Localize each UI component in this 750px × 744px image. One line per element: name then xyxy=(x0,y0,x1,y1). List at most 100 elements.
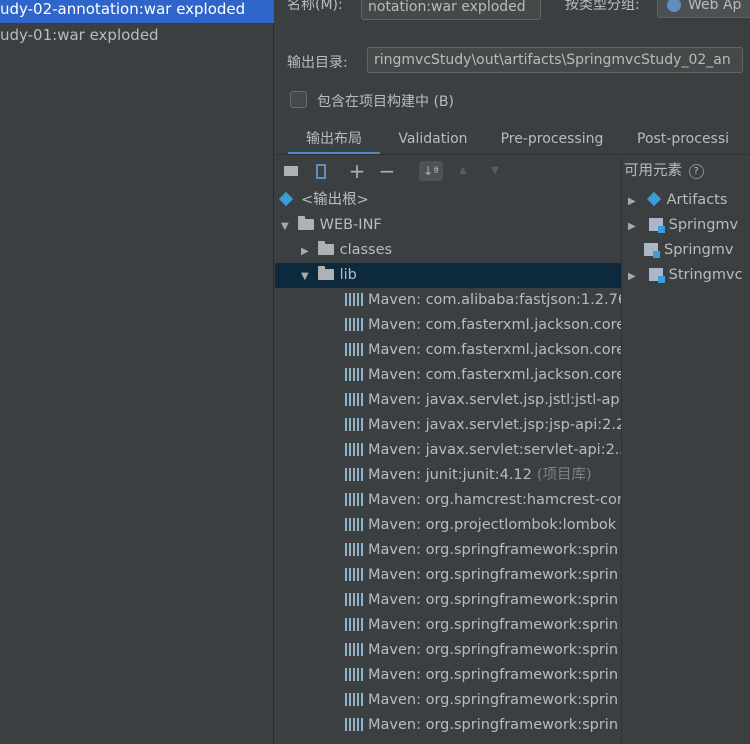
available-item-label: Springmv xyxy=(668,217,739,233)
create-archive-button[interactable] xyxy=(311,161,331,181)
library-item[interactable]: Maven: org.projectlombok:lombok xyxy=(275,513,621,538)
tab-post-processing[interactable]: Post-processi xyxy=(637,127,750,155)
library-item[interactable]: Maven: com.fasterxml.jackson.core xyxy=(275,313,621,338)
library-item[interactable]: Maven: javax.servlet.jsp:jsp-api:2.2 xyxy=(275,413,621,438)
folder-add-icon xyxy=(284,166,298,176)
folder-icon xyxy=(317,241,334,255)
library-scope-label: (项目库) xyxy=(536,467,592,483)
library-item[interactable]: Maven: org.springframework:sprin xyxy=(275,713,621,738)
library-item-label: Maven: junit:junit:4.12 xyxy=(368,467,532,483)
artifact-item-label: udy-02-annotation:war exploded xyxy=(0,0,246,18)
available-item-label: Artifacts xyxy=(666,192,728,208)
library-item[interactable]: Maven: org.springframework:sprin xyxy=(275,688,621,713)
library-icon xyxy=(345,643,363,656)
remove-button[interactable]: − xyxy=(377,161,397,181)
library-icon xyxy=(345,568,363,581)
collapse-arrow-icon: ▶ xyxy=(628,271,636,282)
artifact-item-study01[interactable]: udy-01:war exploded xyxy=(0,24,274,49)
tab-label: Post-processi xyxy=(637,131,730,147)
artifact-item-annotation[interactable]: udy-02-annotation:war exploded xyxy=(0,0,274,23)
sort-icon: ↓ª xyxy=(423,164,439,178)
new-directory-button[interactable] xyxy=(281,161,301,181)
library-item[interactable]: Maven: org.springframework:sprin xyxy=(275,638,621,663)
output-dir-field[interactable]: ringmvcStudy\out\artifacts\SpringmvcStud… xyxy=(367,47,743,73)
artifacts-icon xyxy=(646,191,661,207)
tree-node-label: classes xyxy=(339,242,393,258)
type-value: Web Ap xyxy=(688,0,742,13)
artifacts-list: udy-02-annotation:war exploded udy-01:wa… xyxy=(0,0,274,744)
tree-node-label: WEB-INF xyxy=(319,217,382,233)
type-label: 按类型分组: xyxy=(565,0,640,13)
name-field[interactable]: notation:war exploded xyxy=(361,0,541,20)
library-item-label: Maven: org.hamcrest:hamcrest-cor xyxy=(368,492,621,508)
sort-button[interactable]: ↓ª xyxy=(419,161,443,181)
library-icon xyxy=(345,693,363,706)
library-item-label: Maven: javax.servlet.jsp:jsp-api:2.2 xyxy=(368,417,621,433)
library-item[interactable]: Maven: com.fasterxml.jackson.core xyxy=(275,338,621,363)
tab-pre-processing[interactable]: Pre-processing xyxy=(492,127,612,155)
library-item[interactable]: Maven: org.springframework:sprin xyxy=(275,588,621,613)
output-dir-label: 输出目录: xyxy=(287,55,348,71)
available-item-label: Springmv xyxy=(664,242,734,258)
available-item-module-2[interactable]: Springmv xyxy=(622,238,750,263)
include-build-checkbox[interactable] xyxy=(290,91,307,108)
output-layout-tree: <输出根> ▼ WEB-INF ▶ classes ▼ lib Maven: c… xyxy=(275,187,621,744)
tree-node-classes[interactable]: ▶ classes xyxy=(275,238,621,263)
library-item-label: Maven: org.springframework:sprin xyxy=(368,592,619,608)
library-item[interactable]: Maven: org.springframework:sprin xyxy=(275,563,621,588)
available-item-module-3[interactable]: ▶ Stringmvc xyxy=(622,263,750,288)
include-build-label: 包含在项目构建中 (B) xyxy=(317,94,454,110)
library-item[interactable]: Maven: org.springframework:sprin xyxy=(275,538,621,563)
tree-root-label: <输出根> xyxy=(301,192,369,208)
library-item[interactable]: Maven: com.fasterxml.jackson.core xyxy=(275,363,621,388)
library-icon xyxy=(345,393,363,406)
library-icon xyxy=(345,368,363,381)
library-item-label: Maven: org.springframework:sprin xyxy=(368,542,619,558)
tree-node-lib[interactable]: ▼ lib xyxy=(275,263,621,288)
tab-validation[interactable]: Validation xyxy=(387,127,479,155)
tab-label: Pre-processing xyxy=(500,131,604,147)
available-item-label: Stringmvc xyxy=(668,267,743,283)
library-item[interactable]: Maven: javax.servlet:servlet-api:2.5 xyxy=(275,438,621,463)
library-icon xyxy=(345,543,363,556)
library-item-label: Maven: com.fasterxml.jackson.core xyxy=(368,367,621,383)
library-item-label: Maven: javax.servlet:servlet-api:2.5 xyxy=(368,442,621,458)
tab-output-layout[interactable]: 输出布局 xyxy=(288,127,380,155)
arrow-down-icon: ▼ xyxy=(491,165,499,176)
library-item[interactable]: Maven: org.springframework:sprin xyxy=(275,663,621,688)
library-icon xyxy=(345,468,363,481)
library-item-label: Maven: org.projectlombok:lombok xyxy=(368,517,617,533)
library-item-label: Maven: org.springframework:sprin xyxy=(368,717,619,733)
folder-icon xyxy=(297,216,314,230)
plus-icon: + xyxy=(348,159,366,183)
library-item[interactable]: Maven: junit:junit:4.12 (项目库) xyxy=(275,463,621,488)
library-item[interactable]: Maven: org.springframework:sprin xyxy=(275,613,621,638)
library-item-label: Maven: org.springframework:sprin xyxy=(368,642,619,658)
expand-arrow-icon: ▼ xyxy=(281,221,289,232)
available-item-module-1[interactable]: ▶ Springmv xyxy=(622,213,750,238)
library-item-label: Maven: com.alibaba:fastjson:1.2.76 xyxy=(368,292,621,308)
module-icon xyxy=(648,218,665,233)
library-icon xyxy=(345,418,363,431)
move-up-button[interactable]: ▲ xyxy=(453,161,473,181)
available-header-label: 可用元素 xyxy=(624,163,682,179)
folder-icon xyxy=(317,266,334,280)
collapse-arrow-icon: ▶ xyxy=(628,196,636,207)
tree-node-web-inf[interactable]: ▼ WEB-INF xyxy=(275,213,621,238)
output-root-icon xyxy=(278,191,294,207)
available-item-artifacts[interactable]: ▶ Artifacts xyxy=(622,188,750,213)
tree-node-label: lib xyxy=(339,267,357,283)
move-down-button[interactable]: ▼ xyxy=(485,161,505,181)
add-button[interactable]: + xyxy=(347,161,367,181)
tree-root[interactable]: <输出根> xyxy=(275,188,621,213)
library-item[interactable]: Maven: org.hamcrest:hamcrest-cor xyxy=(275,488,621,513)
archive-icon xyxy=(316,164,326,179)
library-icon xyxy=(345,293,363,306)
artifact-item-label: udy-01:war exploded xyxy=(0,26,159,44)
library-icon xyxy=(345,718,363,731)
help-icon[interactable]: ? xyxy=(688,164,704,179)
library-item[interactable]: Maven: com.alibaba:fastjson:1.2.76 xyxy=(275,288,621,313)
library-item[interactable]: Maven: javax.servlet.jsp.jstl:jstl-api: xyxy=(275,388,621,413)
library-item-label: Maven: org.springframework:sprin xyxy=(368,667,619,683)
library-item-label: Maven: org.springframework:sprin xyxy=(368,692,619,708)
